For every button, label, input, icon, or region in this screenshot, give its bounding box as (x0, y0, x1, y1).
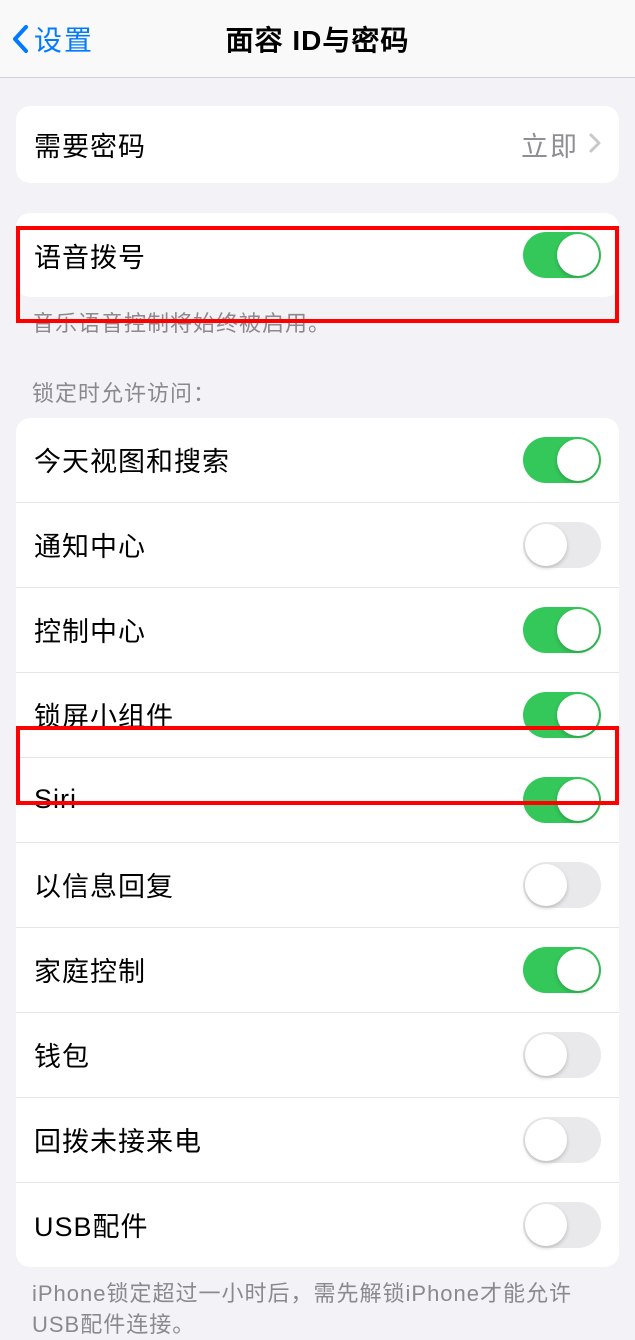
voice-dial-toggle[interactable] (523, 232, 601, 278)
allow-access-label: USB配件 (34, 1205, 149, 1244)
voice-dial-cell: 语音拨号 (16, 213, 619, 297)
allow-access-label: 锁屏小组件 (34, 695, 174, 734)
chevron-left-icon (10, 23, 30, 55)
allow-access-label: 回拨未接来电 (34, 1120, 202, 1159)
allow-access-toggle[interactable] (523, 607, 601, 653)
allow-access-cell: 通知中心 (16, 503, 619, 588)
allow-access-group: 今天视图和搜索通知中心控制中心锁屏小组件 Siri 以信息回复家庭控制钱包回拨未接来… (16, 418, 619, 1267)
voice-dial-label: 语音拨号 (34, 236, 146, 275)
voice-dial-footer: 音乐语音控制将始终被启用。 (32, 309, 603, 340)
voice-dial-group: 语音拨号 (16, 213, 619, 297)
allow-access-footer: iPhone锁定超过一小时后，需先解锁iPhone才能允许USB配件连接。 (32, 1279, 603, 1340)
allow-access-label: Siri (34, 784, 77, 815)
page-title: 面容 ID与密码 (226, 19, 410, 59)
allow-access-cell: 家庭控制 (16, 928, 619, 1013)
allow-access-cell: 钱包 (16, 1013, 619, 1098)
back-button[interactable]: 设置 (0, 19, 94, 59)
allow-access-cell: 今天视图和搜索 (16, 418, 619, 503)
allow-access-toggle[interactable] (523, 947, 601, 993)
allow-access-cell: USB配件 (16, 1183, 619, 1267)
allow-access-cell: 以信息回复 (16, 843, 619, 928)
allow-access-toggle[interactable] (523, 522, 601, 568)
allow-access-toggle[interactable] (523, 692, 601, 738)
allow-access-cell: 回拨未接来电 (16, 1098, 619, 1183)
allow-access-header: 锁定时允许访问： (32, 376, 603, 408)
require-passcode-value: 立即 (521, 125, 579, 164)
allow-access-label: 控制中心 (34, 610, 146, 649)
allow-access-label: 以信息回复 (34, 865, 174, 904)
chevron-right-icon (589, 129, 601, 160)
allow-access-cell: 控制中心 (16, 588, 619, 673)
allow-access-label: 家庭控制 (34, 950, 146, 989)
allow-access-toggle[interactable] (523, 1032, 601, 1078)
require-passcode-label: 需要密码 (34, 125, 146, 164)
allow-access-toggle[interactable] (523, 777, 601, 823)
allow-access-label: 钱包 (34, 1035, 90, 1074)
allow-access-toggle[interactable] (523, 1202, 601, 1248)
allow-access-toggle[interactable] (523, 862, 601, 908)
require-passcode-cell[interactable]: 需要密码 立即 (16, 106, 619, 183)
passcode-group: 需要密码 立即 (16, 106, 619, 183)
allow-access-label: 通知中心 (34, 525, 146, 564)
allow-access-toggle[interactable] (523, 437, 601, 483)
allow-access-cell: 锁屏小组件 (16, 673, 619, 758)
navigation-bar: 设置 面容 ID与密码 (0, 0, 635, 78)
allow-access-label: 今天视图和搜索 (34, 440, 230, 479)
back-label: 设置 (34, 19, 94, 59)
allow-access-cell: Siri (16, 758, 619, 843)
allow-access-toggle[interactable] (523, 1117, 601, 1163)
